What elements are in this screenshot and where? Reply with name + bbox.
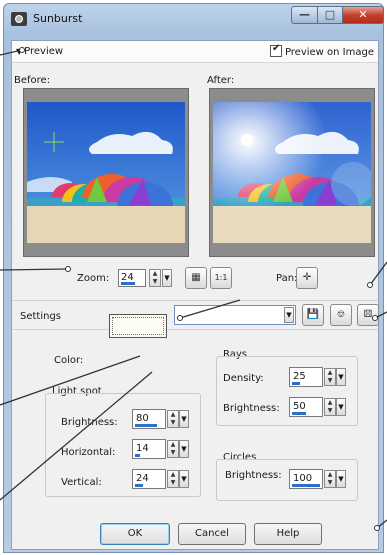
pan-label: Pan: bbox=[276, 273, 298, 284]
reset-button[interactable]: ⎊ bbox=[330, 304, 352, 326]
zoom-value-bar bbox=[121, 282, 135, 285]
maximize-icon: □ bbox=[324, 8, 336, 21]
fit-to-window-button[interactable]: ▦ bbox=[185, 267, 207, 289]
preview-toggle-label: Preview bbox=[24, 46, 64, 57]
horizontal-bar bbox=[135, 454, 140, 457]
zoom-dropdown-arrow[interactable]: ▼ bbox=[162, 269, 172, 287]
vertical-spinner[interactable]: ▲ ▼ bbox=[167, 470, 179, 488]
light-brightness-bar bbox=[135, 424, 157, 427]
minimize-button[interactable]: — bbox=[291, 6, 318, 24]
zoom-row: Zoom: 24 ▲ ▼ ▼ ▦ 1:1 Pan: ✛ bbox=[12, 267, 378, 289]
checkbox-checked-icon bbox=[269, 43, 282, 57]
actual-size-icon: 1:1 bbox=[214, 273, 228, 282]
density-spinner[interactable]: ▲ ▼ bbox=[324, 368, 336, 386]
circles-brightness-input[interactable]: 100 bbox=[289, 469, 323, 489]
window-title: Sunburst bbox=[33, 12, 83, 25]
circles-brightness-label: Brightness: bbox=[225, 470, 282, 481]
after-preview-frame[interactable] bbox=[209, 88, 375, 257]
circles-brightness-value: 100 bbox=[293, 473, 313, 484]
horizontal-input[interactable]: 14 bbox=[132, 439, 166, 459]
vertical-input[interactable]: 24 bbox=[132, 469, 166, 489]
vertical-bar bbox=[135, 484, 143, 487]
density-label: Density: bbox=[223, 373, 264, 384]
preview-on-image-checkbox[interactable]: Preview on Image bbox=[269, 43, 374, 58]
chevron-down-icon: ▼ bbox=[284, 307, 294, 323]
light-brightness-dropdown[interactable]: ▼ bbox=[179, 410, 189, 428]
maximize-button[interactable]: □ bbox=[317, 6, 343, 24]
circles-brightness-bar bbox=[292, 484, 320, 487]
before-label: Before: bbox=[14, 75, 51, 86]
circles-brightness-dropdown[interactable]: ▼ bbox=[336, 470, 346, 488]
horizontal-spinner[interactable]: ▲ ▼ bbox=[167, 440, 179, 458]
randomize-button[interactable]: ⚄ bbox=[357, 304, 379, 326]
save-preset-button[interactable]: 💾 bbox=[302, 304, 324, 326]
actual-size-button[interactable]: 1:1 bbox=[210, 267, 232, 289]
pan-crosshair-icon: ✛ bbox=[302, 272, 312, 283]
horizontal-value: 14 bbox=[136, 443, 149, 454]
before-preview-image bbox=[27, 102, 185, 243]
settings-row: Settings ▼ 💾 ⎊ ⚄ bbox=[12, 300, 379, 330]
color-label: Color: bbox=[54, 355, 84, 366]
after-preview-image bbox=[213, 102, 371, 243]
after-label: After: bbox=[207, 75, 235, 86]
rays-brightness-label: Brightness: bbox=[223, 403, 280, 414]
rays-brightness-spinner[interactable]: ▲ ▼ bbox=[324, 398, 336, 416]
zoom-spinner[interactable]: ▲ ▼ bbox=[149, 269, 161, 287]
vertical-dropdown[interactable]: ▼ bbox=[179, 470, 189, 488]
density-dropdown[interactable]: ▼ bbox=[336, 368, 346, 386]
help-button[interactable]: Help bbox=[254, 523, 322, 545]
before-preview-frame[interactable] bbox=[23, 88, 189, 257]
rays-brightness-input[interactable]: 50 bbox=[289, 397, 323, 417]
ok-button[interactable]: OK bbox=[100, 523, 170, 545]
save-icon: 💾 bbox=[306, 309, 320, 320]
density-value: 25 bbox=[293, 371, 306, 382]
close-button[interactable]: ✕ bbox=[342, 6, 384, 24]
preview-toggle[interactable]: ▼ Preview bbox=[16, 46, 63, 57]
density-input[interactable]: 25 bbox=[289, 367, 323, 387]
zoom-label: Zoom: bbox=[77, 273, 110, 284]
settings-label: Settings bbox=[20, 311, 62, 322]
reset-icon: ⎊ bbox=[337, 309, 345, 320]
vertical-value: 24 bbox=[136, 473, 149, 484]
light-brightness-label: Brightness: bbox=[61, 417, 118, 428]
color-swatch[interactable] bbox=[109, 314, 167, 338]
sunburst-dialog: Sunburst — □ ✕ ▼Preview Preview on Image… bbox=[3, 3, 384, 553]
camera-icon bbox=[11, 12, 27, 26]
horizontal-label: Horizontal: bbox=[61, 447, 116, 458]
rays-brightness-bar bbox=[292, 412, 306, 415]
close-icon: ✕ bbox=[358, 8, 368, 21]
rays-brightness-value: 50 bbox=[293, 401, 306, 412]
rays-brightness-dropdown[interactable]: ▼ bbox=[336, 398, 346, 416]
preview-on-image-label: Preview on Image bbox=[284, 47, 374, 58]
title-bar[interactable]: Sunburst — □ ✕ bbox=[4, 4, 384, 34]
preview-header: ▼Preview Preview on Image bbox=[12, 41, 378, 63]
fit-to-window-icon: ▦ bbox=[191, 272, 201, 283]
cancel-button[interactable]: Cancel bbox=[178, 523, 246, 545]
light-brightness-spinner[interactable]: ▲ ▼ bbox=[167, 410, 179, 428]
pan-button[interactable]: ✛ bbox=[296, 267, 318, 289]
density-bar bbox=[292, 382, 300, 385]
settings-preset-dropdown[interactable]: ▼ bbox=[174, 305, 296, 325]
circles-brightness-spinner[interactable]: ▲ ▼ bbox=[324, 470, 336, 488]
light-brightness-value: 80 bbox=[136, 413, 149, 424]
horizontal-dropdown[interactable]: ▼ bbox=[179, 440, 189, 458]
dialog-content: ▼Preview Preview on Image Before: After: bbox=[11, 40, 379, 550]
vertical-label: Vertical: bbox=[61, 477, 102, 488]
zoom-input[interactable]: 24 bbox=[118, 269, 146, 287]
light-brightness-input[interactable]: 80 bbox=[132, 409, 166, 429]
minimize-icon: — bbox=[299, 8, 310, 21]
randomize-icon: ⚄ bbox=[363, 309, 373, 320]
triangle-down-icon: ▼ bbox=[16, 47, 23, 56]
